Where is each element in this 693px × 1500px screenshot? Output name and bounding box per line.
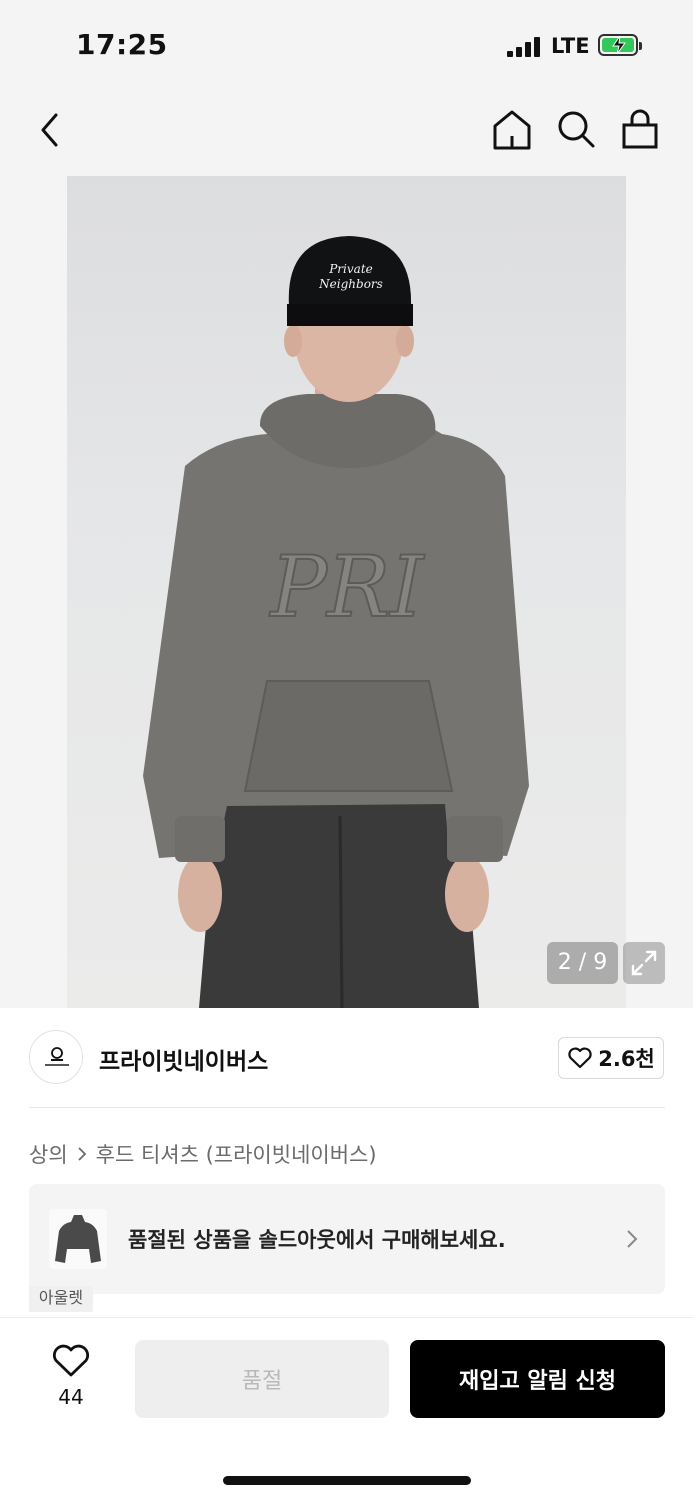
status-time: 17:25: [76, 28, 168, 61]
image-counter: 2 / 9: [547, 942, 618, 984]
soldout-button[interactable]: 품절: [135, 1340, 389, 1418]
shopping-bag-icon: [622, 109, 658, 149]
home-indicator: [223, 1476, 471, 1485]
breadcrumb: 상의 후드 티셔츠 (프라이빗네이버스): [29, 1139, 377, 1169]
cart-button[interactable]: [619, 108, 661, 152]
wish-count: 44: [58, 1385, 84, 1409]
wishlist-button[interactable]: 44: [40, 1343, 102, 1409]
expand-icon: [631, 950, 657, 976]
search-icon: [558, 111, 595, 148]
search-button[interactable]: [555, 108, 597, 152]
banner-thumbnail: [49, 1209, 107, 1269]
expand-button[interactable]: [623, 942, 665, 984]
battery-icon: [598, 34, 642, 56]
divider: [29, 1107, 665, 1108]
brand-name[interactable]: 프라이빗네이버스: [99, 1042, 268, 1076]
product-image[interactable]: PRI Private Neighbors: [67, 176, 626, 1008]
chevron-right-icon: [78, 1147, 86, 1161]
heart-icon: [568, 1047, 592, 1069]
bottom-bar-divider: [0, 1317, 693, 1318]
chevron-right-icon: [627, 1230, 638, 1248]
soldout-banner-text: 품절된 상품을 솔드아웃에서 구매해보세요.: [128, 1228, 506, 1252]
restock-alert-button[interactable]: 재입고 알림 신청: [410, 1340, 665, 1418]
breadcrumb-category[interactable]: 상의: [29, 1139, 68, 1169]
heart-icon: [52, 1344, 90, 1377]
hoodie-graphic: PRI: [269, 538, 426, 636]
signal-icon: [507, 37, 543, 57]
home-icon: [493, 110, 531, 150]
cap-text-line2: Neighbors: [318, 277, 383, 291]
brand-logo[interactable]: [29, 1030, 83, 1084]
soldout-banner[interactable]: 품절된 상품을 솔드아웃에서 구매해보세요.: [29, 1184, 665, 1294]
back-button[interactable]: [34, 110, 70, 150]
breadcrumb-subcategory[interactable]: 후드 티셔츠 (프라이빗네이버스): [96, 1139, 377, 1169]
network-label: LTE: [551, 34, 590, 58]
brand-like-count: 2.6천: [598, 1047, 655, 1071]
cap-text-line1: Private: [328, 262, 373, 276]
brand-like-button[interactable]: 2.6천: [558, 1037, 664, 1079]
back-icon: [41, 113, 58, 147]
home-button[interactable]: [491, 108, 533, 152]
outlet-tag: 아울렛: [29, 1286, 93, 1312]
